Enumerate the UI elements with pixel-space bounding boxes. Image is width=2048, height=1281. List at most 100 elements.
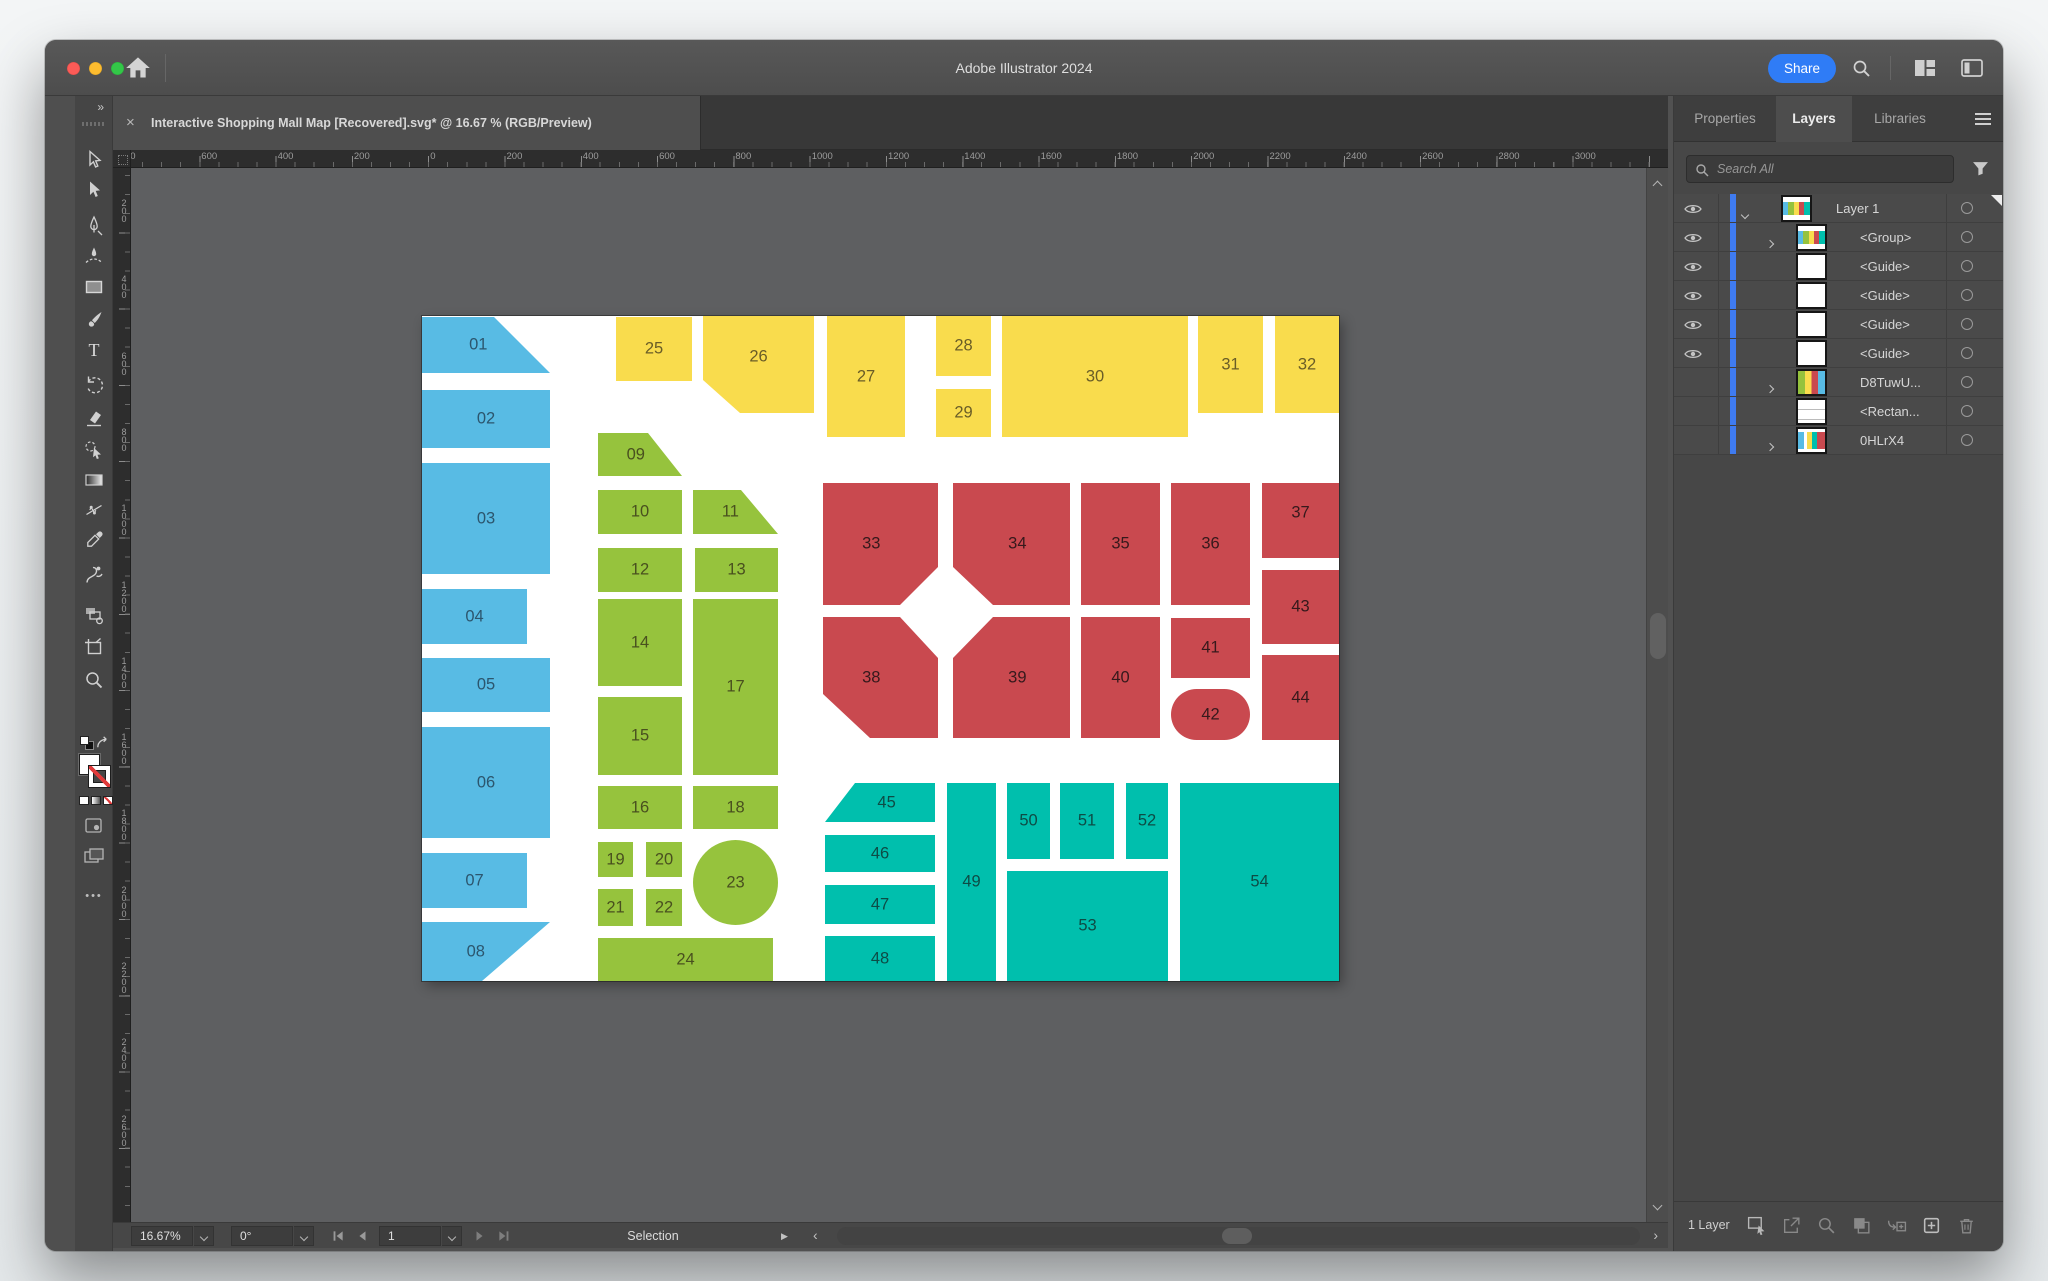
layer-name[interactable]: <Group> — [1860, 223, 1911, 252]
layer-thumbnail[interactable] — [1783, 197, 1810, 220]
map-shape-18[interactable]: 18 — [693, 786, 778, 829]
visibility-toggle[interactable] — [1674, 339, 1718, 368]
map-shape-08[interactable]: 08 — [422, 922, 550, 981]
map-shape-11[interactable]: 11 — [693, 490, 778, 534]
layer-row[interactable]: Layer 1 — [1674, 194, 2003, 223]
map-shape-47[interactable]: 47 — [825, 885, 935, 924]
map-shape-27[interactable]: 27 — [827, 316, 905, 437]
layer-row[interactable]: <Guide> — [1674, 281, 2003, 310]
tab-layers[interactable]: Layers — [1776, 96, 1852, 142]
layer-thumbnail[interactable] — [1798, 313, 1825, 336]
map-shape-13[interactable]: 13 — [695, 548, 778, 592]
gradient-button[interactable] — [91, 796, 101, 805]
rotation-field[interactable]: 0° — [231, 1226, 293, 1246]
layer-thumbnail[interactable] — [1798, 284, 1825, 307]
map-shape-53[interactable]: 53 — [1007, 871, 1168, 981]
stroke-color-swatch[interactable] — [89, 766, 110, 787]
layer-target-circle[interactable] — [1961, 231, 1973, 243]
map-shape-21[interactable]: 21 — [598, 889, 633, 926]
panel-toggle-icon[interactable] — [1961, 59, 1983, 77]
layer-row[interactable]: <Rectan... — [1674, 397, 2003, 426]
type-tool[interactable]: T — [83, 339, 105, 361]
mask-icon[interactable] — [1851, 1215, 1872, 1236]
map-shape-35[interactable]: 35 — [1081, 483, 1160, 605]
map-shape-41[interactable]: 41 — [1171, 618, 1250, 678]
map-shape-02[interactable]: 02 — [422, 390, 550, 448]
map-shape-24[interactable]: 24 — [598, 938, 773, 981]
none-button[interactable] — [103, 796, 113, 805]
visibility-toggle[interactable] — [1674, 252, 1718, 281]
map-shape-43[interactable]: 43 — [1262, 570, 1339, 644]
horizontal-scrollbar[interactable] — [837, 1227, 1640, 1245]
layer-target-circle[interactable] — [1961, 202, 1973, 214]
zoom-tool[interactable] — [83, 669, 105, 691]
selection-tool[interactable] — [83, 149, 105, 171]
map-shape-28[interactable]: 28 — [936, 316, 991, 376]
layer-target-circle[interactable] — [1961, 347, 1973, 359]
layer-target-circle[interactable] — [1961, 318, 1973, 330]
artboard-number-field[interactable]: 1 — [379, 1226, 441, 1246]
map-shape-32[interactable]: 32 — [1275, 316, 1339, 413]
map-shape-12[interactable]: 12 — [598, 548, 682, 592]
artboard-tool[interactable] — [83, 636, 105, 658]
tab-properties[interactable]: Properties — [1674, 96, 1776, 142]
share-button[interactable]: Share — [1768, 54, 1836, 83]
map-shape-04[interactable]: 04 — [422, 589, 527, 644]
gradient-tool[interactable] — [83, 469, 105, 491]
new-layer-icon[interactable] — [1921, 1215, 1942, 1236]
drawing-mode-icon[interactable] — [85, 818, 102, 833]
visibility-toggle[interactable] — [1674, 397, 1718, 426]
zoom-level-field[interactable]: 16.67% — [131, 1226, 193, 1246]
panel-menu-icon[interactable] — [1975, 113, 1991, 125]
scroll-left-icon[interactable]: ‹ — [813, 1223, 818, 1247]
map-shape-46[interactable]: 46 — [825, 835, 935, 872]
layer-name[interactable]: <Guide> — [1860, 310, 1910, 339]
visibility-toggle[interactable] — [1674, 310, 1718, 339]
layer-row[interactable]: <Guide> — [1674, 252, 2003, 281]
map-shape-52[interactable]: 52 — [1126, 783, 1168, 859]
eyedropper-tool[interactable] — [83, 529, 105, 551]
artboard-dropdown-icon[interactable] — [442, 1226, 462, 1246]
layer-row[interactable]: D8TuwU... — [1674, 368, 2003, 397]
map-shape-38[interactable]: 38 — [823, 617, 938, 738]
layer-name[interactable]: D8TuwU... — [1860, 368, 1921, 397]
map-shape-15[interactable]: 15 — [598, 697, 682, 775]
previous-artboard-icon[interactable] — [355, 1229, 369, 1243]
map-shape-03[interactable]: 03 — [422, 463, 550, 574]
zoom-dropdown-icon[interactable] — [194, 1226, 214, 1246]
map-shape-26[interactable]: 26 — [703, 316, 814, 413]
layer-name[interactable]: 0HLrX4 — [1860, 426, 1904, 455]
map-shape-31[interactable]: 31 — [1198, 316, 1263, 413]
puppet-warp-tool[interactable] — [83, 564, 105, 586]
map-shape-36[interactable]: 36 — [1171, 483, 1250, 605]
map-shape-14[interactable]: 14 — [598, 599, 682, 686]
map-shape-50[interactable]: 50 — [1007, 783, 1050, 859]
scroll-right-icon[interactable]: › — [1653, 1223, 1658, 1247]
map-shape-23[interactable]: 23 — [693, 840, 778, 925]
rotation-dropdown-icon[interactable] — [294, 1226, 314, 1246]
paintbrush-tool[interactable] — [83, 309, 105, 331]
rectangle-tool[interactable] — [83, 276, 105, 298]
width-tool[interactable] — [83, 499, 105, 521]
swap-fill-stroke-icon[interactable] — [95, 735, 110, 750]
search-icon[interactable] — [1850, 57, 1872, 79]
scroll-down-icon[interactable] — [1653, 1201, 1663, 1211]
default-fill-stroke-icon[interactable] — [80, 736, 94, 750]
rotate-tool[interactable] — [83, 374, 105, 396]
map-shape-33[interactable]: 33 — [823, 483, 938, 605]
map-shape-10[interactable]: 10 — [598, 490, 682, 534]
layer-row[interactable]: 0HLrX4 — [1674, 426, 2003, 455]
filter-icon[interactable] — [1972, 161, 1989, 176]
map-shape-17[interactable]: 17 — [693, 599, 778, 775]
map-shape-22[interactable]: 22 — [646, 889, 682, 926]
expand-chevron-icon[interactable] — [1742, 205, 1748, 223]
visibility-toggle[interactable] — [1674, 426, 1718, 455]
color-button[interactable] — [79, 796, 89, 805]
layer-target-circle[interactable] — [1961, 260, 1973, 272]
layer-thumbnail[interactable] — [1798, 371, 1825, 394]
search-input[interactable]: Search All — [1686, 155, 1954, 183]
pen-tool[interactable] — [83, 215, 105, 237]
layer-target-circle[interactable] — [1961, 434, 1973, 446]
screen-mode-icon[interactable] — [84, 848, 104, 864]
tab-libraries[interactable]: Libraries — [1852, 96, 1948, 142]
